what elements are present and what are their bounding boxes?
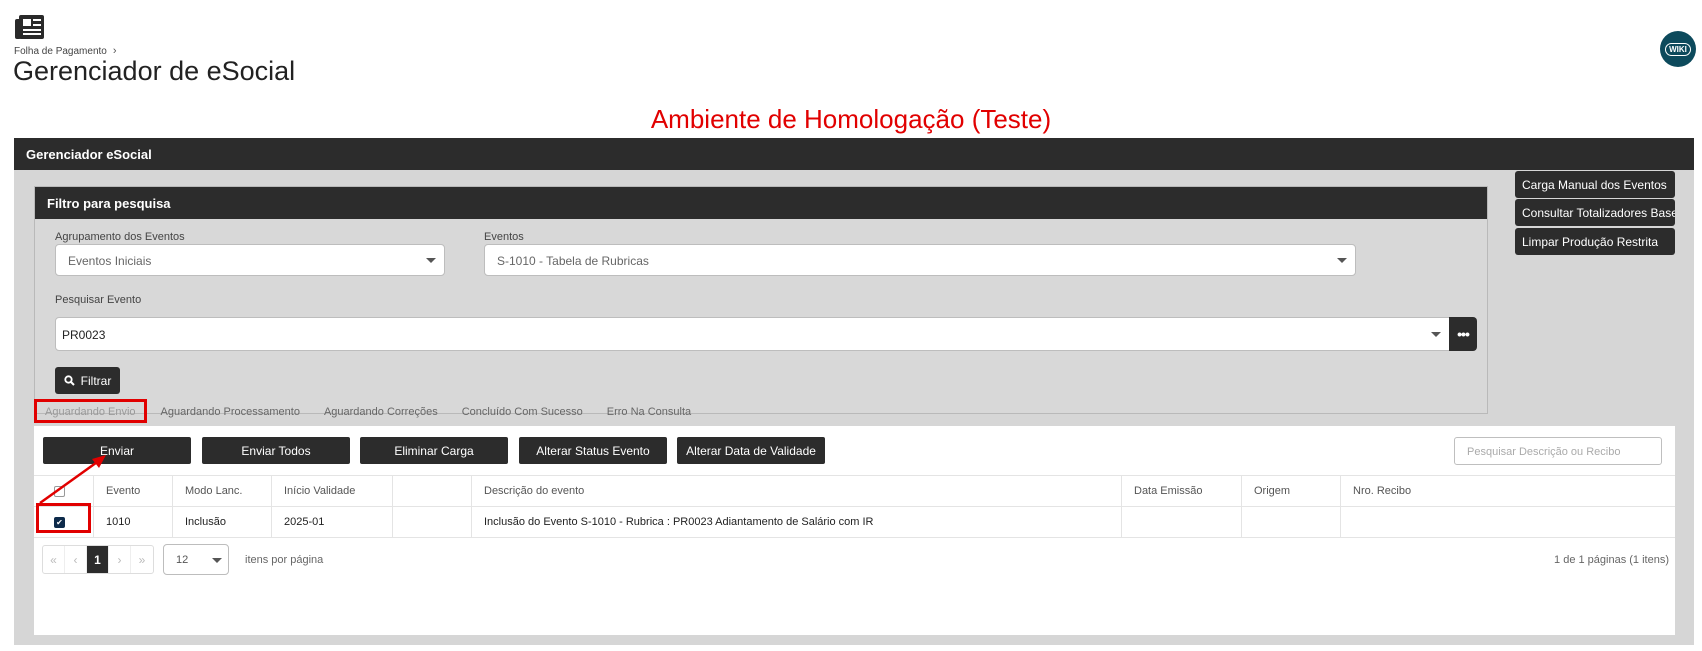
page-buttons: « ‹ 1 › »	[42, 545, 154, 574]
cell-extra	[393, 507, 472, 537]
column-header[interactable]: Descrição do evento	[472, 476, 1122, 506]
caret-down-icon	[426, 258, 436, 263]
page-1-button[interactable]: 1	[87, 546, 109, 573]
change-status-button[interactable]: Alterar Status Evento	[519, 437, 667, 464]
change-validity-button[interactable]: Alterar Data de Validade	[677, 437, 825, 464]
search-event-input[interactable]: PR0023	[55, 317, 1450, 351]
table-header-row: Evento Modo Lanc. Início Validade Descri…	[34, 476, 1675, 507]
events-select[interactable]: S-1010 - Tabela de Rubricas	[484, 244, 1356, 276]
search-event-label: Pesquisar Evento	[55, 294, 142, 306]
events-select-value: S-1010 - Tabela de Rubricas	[497, 254, 649, 268]
column-header[interactable]: Evento	[94, 476, 173, 506]
tab-aguardando-processamento[interactable]: Aguardando Processamento	[151, 399, 310, 423]
wiki-icon: WIKI	[1665, 42, 1691, 56]
manual-load-button[interactable]: Carga Manual dos Eventos	[1515, 171, 1675, 198]
cell-evento: 1010	[94, 507, 173, 537]
column-header[interactable]: Data Emissão	[1122, 476, 1242, 506]
page-size-value: 12	[176, 554, 189, 566]
description-search-input[interactable]: Pesquisar Descrição ou Recibo	[1454, 437, 1662, 465]
search-event-value: PR0023	[62, 328, 106, 342]
filter-section: Filtro para pesquisa Agrupamento dos Eve…	[34, 186, 1488, 414]
last-page-button[interactable]: »	[131, 546, 153, 573]
tab-concluido[interactable]: Concluído Com Sucesso	[452, 399, 593, 423]
filter-button[interactable]: Filtrar	[55, 367, 120, 394]
table-row[interactable]: ✔ 1010 Inclusão 2025-01 Inclusão do Even…	[34, 507, 1675, 538]
events-table: Evento Modo Lanc. Início Validade Descri…	[34, 475, 1675, 538]
page-title: Gerenciador de eSocial	[13, 56, 296, 86]
status-tabs: Aguardando Envio Aguardando Processament…	[34, 399, 705, 423]
panel-title: Gerenciador eSocial	[14, 138, 1694, 170]
clear-restricted-button[interactable]: Limpar Produção Restrita	[1515, 228, 1675, 255]
filter-title: Filtro para pesquisa	[35, 187, 1487, 219]
annotation-highlight-row-checkbox	[36, 503, 91, 533]
first-page-button[interactable]: «	[43, 546, 65, 573]
per-page-label: itens por página	[245, 553, 324, 566]
cell-descricao: Inclusão do Evento S-1010 - Rubrica : PR…	[472, 507, 1122, 537]
next-page-button[interactable]: ›	[109, 546, 131, 573]
tab-aguardando-correcoes[interactable]: Aguardando Correções	[314, 399, 448, 423]
group-select[interactable]: Eventos Iniciais	[55, 244, 445, 276]
prev-page-button[interactable]: ‹	[65, 546, 87, 573]
page-size-select[interactable]: 12	[163, 544, 229, 575]
cell-data-emissao	[1122, 507, 1242, 537]
cell-modo: Inclusão	[173, 507, 272, 537]
breadcrumb-item-folha[interactable]: Folha de Pagamento	[14, 46, 107, 57]
group-select-value: Eventos Iniciais	[68, 254, 152, 268]
caret-down-icon	[212, 558, 222, 563]
column-header[interactable]: Origem	[1242, 476, 1341, 506]
cell-inicio: 2025-01	[272, 507, 393, 537]
tab-aguardando-envio[interactable]: Aguardando Envio	[34, 399, 147, 423]
newspaper-icon	[15, 15, 44, 39]
totalizers-button[interactable]: Consultar Totalizadores Base	[1515, 199, 1675, 226]
column-header[interactable]: Nro. Recibo	[1341, 476, 1675, 506]
search-icon	[64, 375, 75, 386]
page-info: 1 de 1 páginas (1 itens)	[1554, 554, 1669, 566]
delete-load-button[interactable]: Eliminar Carga	[360, 437, 508, 464]
tab-erro-consulta[interactable]: Erro Na Consulta	[597, 399, 701, 423]
caret-down-icon	[1337, 258, 1347, 263]
events-label: Eventos	[484, 231, 524, 243]
group-label: Agrupamento dos Eventos	[55, 231, 185, 243]
column-header[interactable]: Início Validade	[272, 476, 393, 506]
more-options-button[interactable]: •••	[1449, 317, 1477, 351]
send-button[interactable]: Enviar	[43, 437, 191, 464]
environment-banner: Ambiente de Homologação (Teste)	[650, 104, 1052, 134]
filter-button-label: Filtrar	[80, 373, 112, 388]
select-all-cell	[34, 476, 94, 506]
caret-down-icon	[1431, 332, 1441, 337]
cell-origem	[1242, 507, 1341, 537]
ellipsis-icon: •••	[1457, 326, 1470, 342]
send-all-button[interactable]: Enviar Todos	[202, 437, 350, 464]
cell-recibo	[1341, 507, 1675, 537]
events-content: Enviar Enviar Todos Eliminar Carga Alter…	[34, 426, 1675, 635]
column-header	[393, 476, 472, 506]
wiki-button[interactable]: WIKI	[1660, 31, 1696, 67]
column-header[interactable]: Modo Lanc.	[173, 476, 272, 506]
select-all-checkbox[interactable]	[54, 485, 65, 497]
pagination: « ‹ 1 › » 12 itens por página	[42, 544, 323, 575]
esocial-panel: Gerenciador eSocial Filtro para pesquisa…	[14, 138, 1694, 645]
